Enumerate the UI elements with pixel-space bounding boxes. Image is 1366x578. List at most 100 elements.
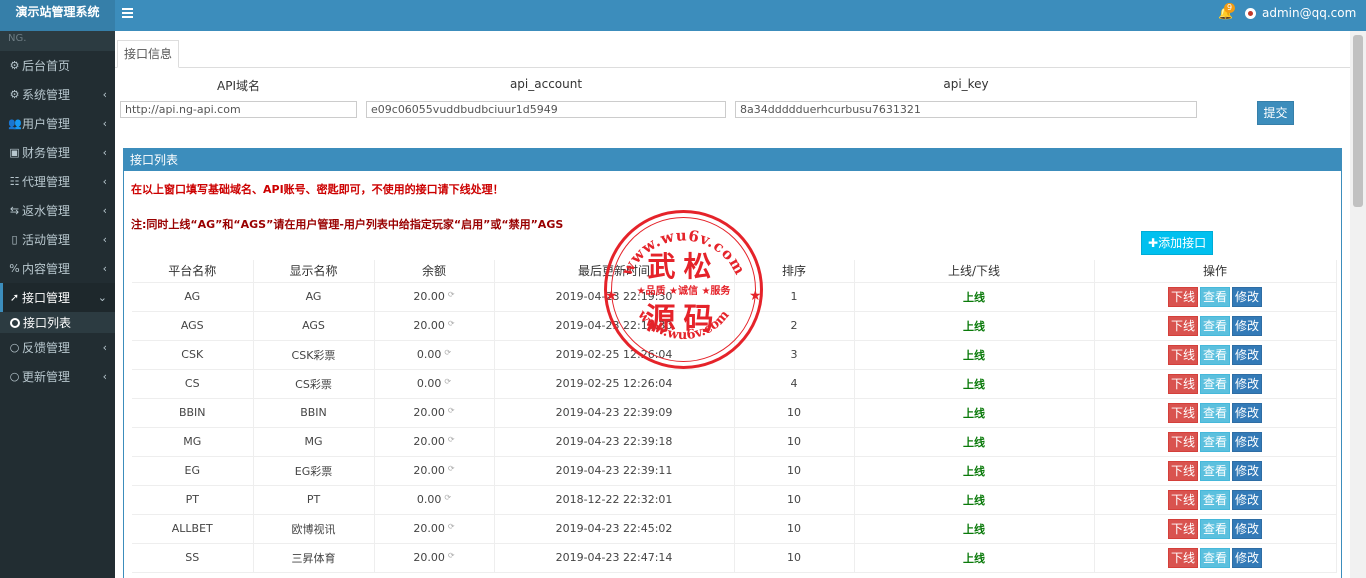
edit-button[interactable]: 修改 <box>1232 402 1262 423</box>
display-name-cell: 三昇体育 <box>253 543 375 573</box>
edit-button[interactable]: 修改 <box>1232 373 1262 394</box>
view-button[interactable]: 查看 <box>1200 460 1230 481</box>
balance-value: 0.00 <box>416 348 442 361</box>
edit-button[interactable]: 修改 <box>1232 518 1262 539</box>
refresh-icon[interactable]: ⟳ <box>444 348 451 357</box>
actions-cell: 下线 查看 修改 <box>1094 514 1337 544</box>
refresh-icon[interactable]: ⟳ <box>448 464 455 473</box>
book-icon: ▯ <box>11 233 18 246</box>
balance-cell: 20.00 ⟳ <box>374 456 495 486</box>
order-cell: 1 <box>734 282 855 312</box>
chevron-left-icon: ‹ <box>102 146 107 159</box>
scrollbar-thumb[interactable] <box>1353 35 1363 207</box>
tab-interface-info[interactable]: 接口信息 <box>117 40 180 68</box>
edit-button[interactable]: 修改 <box>1232 460 1262 481</box>
platform-cell: AG <box>132 282 254 312</box>
table-row: MG MG 20.00 ⟳ 2019-04-23 22:39:18 10 上线 下线 查看 修改 <box>132 427 1337 457</box>
user-menu[interactable]: admin@qq.com <box>1245 6 1356 20</box>
balance-value: 20.00 <box>413 290 445 303</box>
refresh-icon[interactable]: ⟳ <box>448 435 455 444</box>
status-cell: 上线 <box>854 369 1095 399</box>
edit-button[interactable]: 修改 <box>1232 547 1262 568</box>
offline-button[interactable]: 下线 <box>1168 431 1198 452</box>
updated-cell: 2019-02-25 12:26:04 <box>494 340 735 370</box>
view-button[interactable]: 查看 <box>1200 286 1230 307</box>
offline-button[interactable]: 下线 <box>1168 344 1198 365</box>
table-row: EG EG彩票 20.00 ⟳ 2019-04-23 22:39:11 10 上线 下线 查看修… <box>132 456 1337 486</box>
refresh-icon[interactable]: ⟳ <box>448 290 455 299</box>
offline-button[interactable]: 下线 <box>1168 373 1198 394</box>
offline-button[interactable]: 下线 <box>1168 547 1198 568</box>
edit-button[interactable]: 修改 <box>1232 344 1262 365</box>
menu-toggle-icon[interactable] <box>122 8 133 20</box>
status-cell: 上线 <box>854 485 1095 515</box>
sidebar-item-label: 反馈管理 <box>22 341 71 355</box>
domain-input[interactable]: http://api.ng-api.com <box>120 101 357 118</box>
add-interface-button[interactable]: ✚添加接口 <box>1141 231 1214 255</box>
sidebar-item-1[interactable]: ⚙ 系统管理 ‹ <box>0 80 115 109</box>
table-row: CS CS彩票 0.00 ⟳ 2019-02-25 12:26:04 4 上线 下线 查看 修改 <box>132 369 1337 399</box>
sidebar-search[interactable]: NG. <box>0 31 115 51</box>
sidebar-item-10[interactable]: ○ 更新管理 ‹ <box>0 362 115 391</box>
view-button[interactable]: 查看 <box>1200 431 1230 452</box>
sidebar-item-9[interactable]: ○ 反馈管理 ‹ <box>0 333 115 362</box>
top-navbar: 🔔 9 admin@qq.com <box>115 0 1366 31</box>
sidebar-subitem-interface-list[interactable]: 接口列表 <box>0 312 115 333</box>
offline-button[interactable]: 下线 <box>1168 518 1198 539</box>
balance-cell: 0.00 ⟳ <box>374 340 495 370</box>
view-button[interactable]: 查看 <box>1200 373 1230 394</box>
sidebar-item-5[interactable]: ⇆ 返水管理 ‹ <box>0 196 115 225</box>
offline-button[interactable]: 下线 <box>1168 489 1198 510</box>
balance-value: 20.00 <box>413 464 445 477</box>
offline-button[interactable]: 下线 <box>1168 402 1198 423</box>
sidebar-item-7[interactable]: % 内容管理 ‹ <box>0 254 115 283</box>
sidebar-item-3[interactable]: ▣ 财务管理 ‹ <box>0 138 115 167</box>
page-scrollbar[interactable] <box>1350 31 1366 578</box>
offline-button[interactable]: 下线 <box>1168 315 1198 336</box>
refresh-icon[interactable]: ⟳ <box>448 319 455 328</box>
sidebar-item-6[interactable]: ▯ 活动管理 ‹ <box>0 225 115 254</box>
refresh-icon[interactable]: ⟳ <box>448 522 455 531</box>
offline-button[interactable]: 下线 <box>1168 460 1198 481</box>
actions-cell: 下线 查看 修改 <box>1094 369 1337 399</box>
offline-button[interactable]: 下线 <box>1168 286 1198 307</box>
edit-button[interactable]: 修改 <box>1232 315 1262 336</box>
view-button[interactable]: 查看 <box>1200 489 1230 510</box>
order-cell: 10 <box>734 514 855 544</box>
view-button[interactable]: 查看 <box>1200 344 1230 365</box>
sidebar-item-2[interactable]: 👥 用户管理 ‹ <box>0 109 115 138</box>
column-header: 余额 <box>374 260 495 283</box>
key-input[interactable]: 8a34ddddduerhcurbusu7631321 <box>735 101 1197 118</box>
add-interface-label: 添加接口 <box>1158 236 1207 250</box>
sidebar-item-0[interactable]: ⚙ 后台首页 <box>0 51 115 80</box>
actions-cell: 下线 查看 修改 <box>1094 485 1337 515</box>
edit-button[interactable]: 修改 <box>1232 286 1262 307</box>
chevron-left-icon: ‹ <box>102 117 107 130</box>
refresh-icon[interactable]: ⟳ <box>444 377 451 386</box>
refresh-icon[interactable]: ⟳ <box>444 493 451 502</box>
view-button[interactable]: 查看 <box>1200 518 1230 539</box>
updated-cell: 2019-04-23 22:19:30 <box>494 311 735 341</box>
gear-icon: ⚙ <box>9 88 20 101</box>
refresh-icon[interactable]: ⟳ <box>448 406 455 415</box>
balance-cell: 20.00 ⟳ <box>374 282 495 312</box>
submit-button[interactable]: 提交 <box>1257 101 1294 125</box>
account-input[interactable]: e09c06055vuddbudbciuur1d5949 <box>366 101 726 118</box>
view-button[interactable]: 查看 <box>1200 547 1230 568</box>
display-name-cell: CS彩票 <box>253 369 375 399</box>
platform-cell: AGS <box>132 311 254 341</box>
sidebar-item-label: 接口管理 <box>22 291 71 305</box>
column-header: 最后更新时间 <box>494 260 735 283</box>
platform-cell: CSK <box>132 340 254 370</box>
actions-cell: 下线 查看 修改 <box>1094 282 1337 312</box>
user-email: admin@qq.com <box>1262 6 1357 20</box>
sidebar-item-8[interactable]: ➚ 接口管理 ⌄ <box>0 283 115 312</box>
edit-button[interactable]: 修改 <box>1232 431 1262 452</box>
view-button[interactable]: 查看 <box>1200 315 1230 336</box>
table-row: AG AG 20.00 ⟳ 2019-04-23 22:19:30 1 上线 下线 查看 修改 <box>132 282 1337 312</box>
refresh-icon[interactable]: ⟳ <box>448 551 455 560</box>
sidebar-item-4[interactable]: ☷ 代理管理 ‹ <box>0 167 115 196</box>
view-button[interactable]: 查看 <box>1200 402 1230 423</box>
status-cell: 上线 <box>854 282 1095 312</box>
edit-button[interactable]: 修改 <box>1232 489 1262 510</box>
